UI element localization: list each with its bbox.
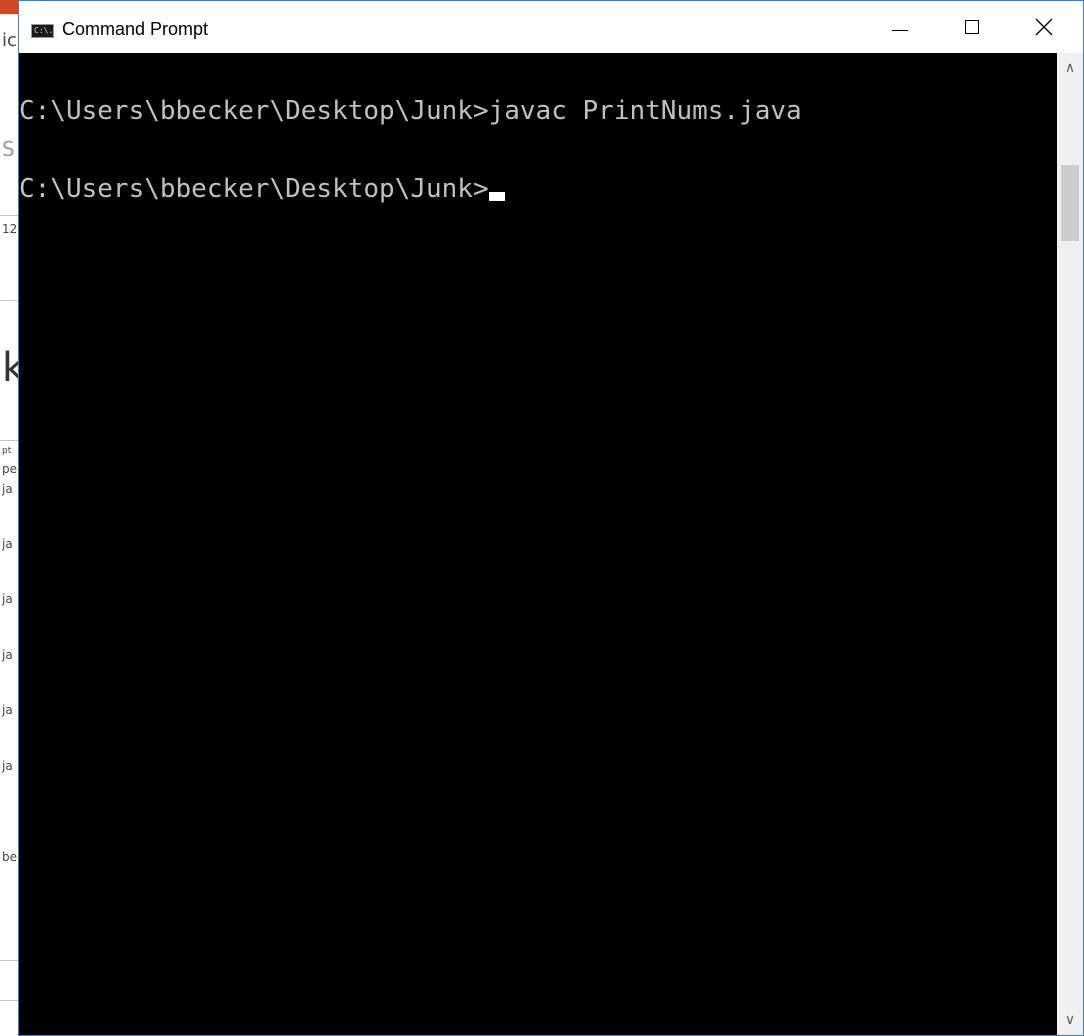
background-text-fragment: ja xyxy=(2,759,13,773)
background-divider xyxy=(0,960,18,961)
background-divider xyxy=(0,1000,18,1001)
console-prompt-line[interactable]: C:\Users\bbecker\Desktop\Junk> xyxy=(19,170,1057,209)
close-button[interactable] xyxy=(1009,1,1079,53)
background-text-fragment: S xyxy=(2,137,15,161)
background-text-fragment: k xyxy=(2,345,18,391)
background-text-fragment: ic xyxy=(2,30,17,51)
minimize-button[interactable] xyxy=(865,1,935,53)
background-text-fragment: 12 xyxy=(2,222,18,236)
background-text-fragment: ja xyxy=(2,537,13,551)
command-prompt-window[interactable]: C:\. Command Prompt C:\Users\bbecker\Des… xyxy=(18,0,1084,1036)
vertical-scrollbar[interactable]: ∧ ∨ xyxy=(1057,53,1083,1035)
console-icon[interactable]: C:\. xyxy=(31,24,54,38)
maximize-icon xyxy=(965,20,979,34)
scrollbar-thumb[interactable] xyxy=(1061,165,1079,241)
background-text-fragment: be xyxy=(2,850,17,864)
background-text-fragment: ja xyxy=(2,592,13,606)
background-text-fragment: ja xyxy=(2,482,13,496)
background-text-fragment: pe xyxy=(2,462,17,476)
scroll-up-icon[interactable]: ∧ xyxy=(1057,53,1083,83)
background-divider xyxy=(0,300,18,301)
title-bar[interactable]: C:\. Command Prompt xyxy=(19,1,1083,53)
console-line: C:\Users\bbecker\Desktop\Junk>javac Prin… xyxy=(19,96,802,126)
background-app-window: ic S 12 k pt pe ja ja ja ja ja ja be xyxy=(0,0,18,1036)
background-divider xyxy=(0,215,18,216)
background-app-accent-bar xyxy=(0,0,18,14)
background-text-fragment: pt xyxy=(2,446,12,456)
text-cursor xyxy=(488,192,505,201)
background-text-fragment: ja xyxy=(2,648,13,662)
scroll-down-icon[interactable]: ∨ xyxy=(1057,1005,1083,1035)
background-divider xyxy=(0,440,18,441)
background-text-fragment: ja xyxy=(2,703,13,717)
minimize-icon xyxy=(892,29,908,31)
window-title: Command Prompt xyxy=(62,19,209,39)
console-output[interactable]: C:\Users\bbecker\Desktop\Junk>javac Prin… xyxy=(19,53,1057,1035)
maximize-button[interactable] xyxy=(937,1,1007,53)
close-icon xyxy=(1035,18,1053,36)
console-prompt: C:\Users\bbecker\Desktop\Junk> xyxy=(19,174,489,204)
